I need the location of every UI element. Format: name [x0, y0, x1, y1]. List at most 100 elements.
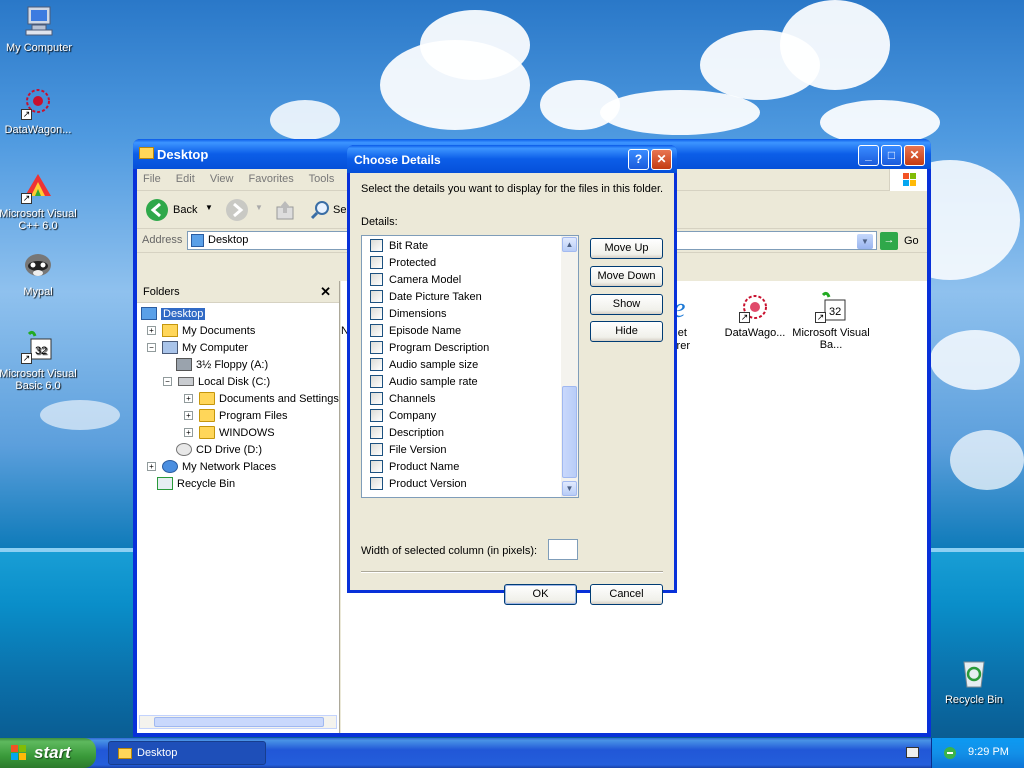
search-button-label[interactable]: Se [333, 204, 346, 216]
width-label: Width of selected column (in pixels): [361, 545, 538, 557]
desktop-icon-visual-basic[interactable]: 32 ↗ Microsoft Visual Basic 6.0 [0, 330, 78, 392]
list-item[interactable]: Product Name [370, 458, 459, 475]
hide-button[interactable]: Hide [590, 321, 663, 342]
content-item-datawagon[interactable]: ↗ DataWago... [715, 291, 795, 339]
taskbar: start Desktop 9:29 PM [0, 738, 1024, 768]
detail-checkbox[interactable] [370, 273, 383, 286]
list-item[interactable]: Date Picture Taken [370, 288, 482, 305]
tree-item[interactable]: Recycle Bin [157, 475, 235, 492]
content-item-visual-basic[interactable]: 32 ↗ Microsoft Visual Ba... [791, 291, 871, 351]
collapse-icon[interactable]: − [163, 377, 172, 386]
detail-checkbox[interactable] [370, 460, 383, 473]
detail-checkbox[interactable] [370, 375, 383, 388]
vertical-scrollbar[interactable]: ▲ ▼ [561, 236, 578, 497]
address-dropdown-icon[interactable]: ▼ [857, 234, 873, 249]
forward-arrow-icon[interactable] [226, 199, 248, 221]
menu-favorites[interactable]: Favorites [249, 173, 294, 185]
tree-item[interactable]: + WINDOWS [184, 424, 275, 441]
move-down-button[interactable]: Move Down [590, 266, 663, 287]
list-item[interactable]: Episode Name [370, 322, 461, 339]
menu-edit[interactable]: Edit [176, 173, 195, 185]
back-arrow-icon[interactable] [146, 199, 168, 221]
network-icon[interactable] [942, 746, 958, 760]
keyboard-icon[interactable] [906, 747, 919, 758]
detail-checkbox[interactable] [370, 358, 383, 371]
tree-item[interactable]: + Documents and Settings [184, 390, 339, 407]
back-dropdown-icon[interactable]: ▼ [205, 203, 213, 212]
detail-checkbox[interactable] [370, 307, 383, 320]
search-icon[interactable] [309, 199, 331, 221]
menu-tools[interactable]: Tools [309, 173, 335, 185]
scroll-thumb[interactable] [154, 717, 324, 727]
detail-checkbox[interactable] [370, 239, 383, 252]
minimize-button[interactable]: _ [858, 145, 879, 166]
list-item[interactable]: Protected [370, 254, 436, 271]
detail-checkbox[interactable] [370, 409, 383, 422]
horizontal-scrollbar[interactable] [139, 715, 337, 729]
list-item[interactable]: Company [370, 407, 436, 424]
help-button[interactable]: ? [628, 149, 649, 170]
detail-checkbox[interactable] [370, 341, 383, 354]
tree-item[interactable]: Desktop [141, 305, 206, 322]
expand-icon[interactable]: + [184, 428, 193, 437]
forward-dropdown-icon[interactable]: ▼ [255, 203, 263, 212]
list-item[interactable]: Camera Model [370, 271, 461, 288]
list-item[interactable]: Dimensions [370, 305, 446, 322]
collapse-icon[interactable]: − [147, 343, 156, 352]
desktop-icon-mypal[interactable]: Mypal [0, 248, 78, 298]
back-button-label[interactable]: Back [173, 204, 197, 216]
list-item[interactable]: Program Description [370, 339, 489, 356]
close-button[interactable]: ✕ [904, 145, 925, 166]
tree-item[interactable]: + Program Files [184, 407, 287, 424]
desktop-icon-my-computer[interactable]: My Computer [0, 4, 79, 54]
detail-checkbox[interactable] [370, 477, 383, 490]
list-item[interactable]: Audio sample rate [370, 373, 478, 390]
details-listbox[interactable]: Bit Rate Protected Camera Model Date Pictur… [361, 235, 579, 498]
docs-icon [162, 324, 178, 337]
list-item[interactable]: Bit Rate [370, 237, 428, 254]
list-item[interactable]: Product Version [370, 475, 467, 492]
detail-checkbox[interactable] [370, 324, 383, 337]
start-button[interactable]: start [0, 738, 96, 768]
close-icon[interactable]: ✕ [320, 284, 331, 300]
go-button[interactable]: → Go [880, 232, 930, 250]
maximize-button[interactable]: □ [881, 145, 902, 166]
expand-icon[interactable]: + [147, 326, 156, 335]
scroll-thumb[interactable] [562, 386, 577, 478]
list-item[interactable]: Channels [370, 390, 435, 407]
column-width-input[interactable] [548, 539, 578, 560]
list-item[interactable]: Description [370, 424, 444, 441]
desktop-icon-visual-cpp[interactable]: ↗ Microsoft Visual C++ 6.0 [0, 170, 78, 232]
taskbar-item-desktop[interactable]: Desktop [108, 741, 266, 765]
scroll-down-icon[interactable]: ▼ [562, 481, 577, 496]
cancel-button[interactable]: Cancel [590, 584, 663, 605]
scroll-up-icon[interactable]: ▲ [562, 237, 577, 252]
clock[interactable]: 9:29 PM [968, 746, 1009, 758]
move-up-button[interactable]: Move Up [590, 238, 663, 259]
tree-item[interactable]: − Local Disk (C:) [163, 373, 270, 390]
expand-icon[interactable]: + [184, 411, 193, 420]
detail-checkbox[interactable] [370, 426, 383, 439]
tree-item[interactable]: CD Drive (D:) [176, 441, 262, 458]
detail-checkbox[interactable] [370, 290, 383, 303]
list-item[interactable]: File Version [370, 441, 446, 458]
list-item[interactable]: Audio sample size [370, 356, 478, 373]
tree-item[interactable]: 3½ Floppy (A:) [176, 356, 268, 373]
expand-icon[interactable]: + [184, 394, 193, 403]
detail-checkbox[interactable] [370, 256, 383, 269]
expand-icon[interactable]: + [147, 462, 156, 471]
dialog-close-button[interactable]: ✕ [651, 149, 672, 170]
tree-item[interactable]: + My Network Places [147, 458, 276, 475]
tree-item[interactable]: + My Documents [147, 322, 255, 339]
tree-item[interactable]: − My Computer [147, 339, 248, 356]
menu-file[interactable]: File [143, 173, 161, 185]
desktop-icon-recycle-bin[interactable]: Recycle Bin [934, 656, 1014, 706]
detail-checkbox[interactable] [370, 443, 383, 456]
menu-view[interactable]: View [210, 173, 234, 185]
ok-button[interactable]: OK [504, 584, 577, 605]
up-folder-icon[interactable] [275, 199, 295, 221]
show-button[interactable]: Show [590, 294, 663, 315]
detail-checkbox[interactable] [370, 392, 383, 405]
desktop-icon-datawagon[interactable]: ↗ DataWagon... [0, 86, 78, 136]
dialog-title-bar[interactable]: Choose Details ? ✕ [347, 145, 677, 173]
